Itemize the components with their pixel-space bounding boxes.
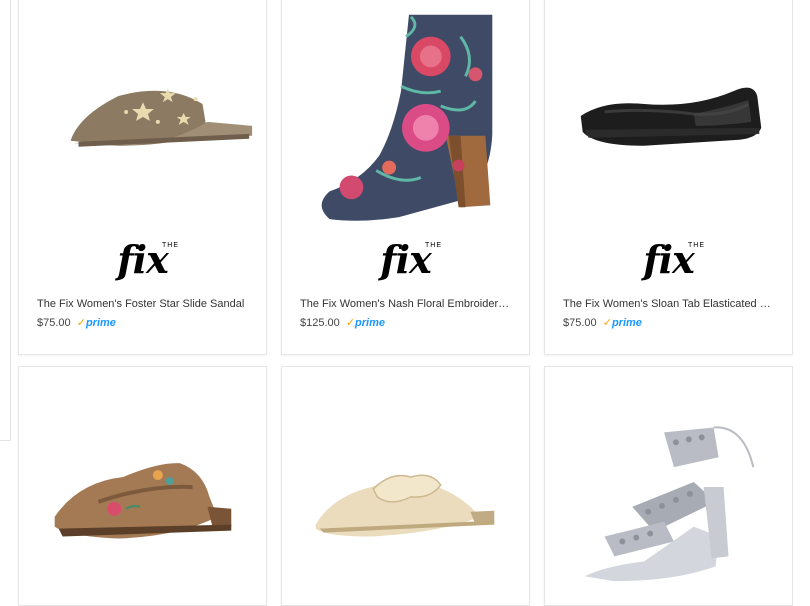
product-price: $75.00 xyxy=(37,317,71,329)
product-price: $75.00 xyxy=(563,317,597,329)
product-price: $125.00 xyxy=(300,317,340,329)
prime-badge: ✓prime xyxy=(76,317,116,329)
product-card-5[interactable] xyxy=(281,366,530,606)
product-card-3[interactable]: fix THE The Fix Women's Sloan Tab Elasti… xyxy=(544,0,793,355)
product-title[interactable]: The Fix Women's Nash Floral Embroider… xyxy=(300,298,520,310)
product-card-6[interactable] xyxy=(544,366,793,606)
product-card-2[interactable]: fix THE The Fix Women's Nash Floral Embr… xyxy=(281,0,530,355)
the-fix-logo: fix THE xyxy=(643,237,705,282)
floral-ankle-boot-image[interactable] xyxy=(282,0,529,226)
embroidered-suede-mule-image[interactable] xyxy=(19,367,266,597)
price-row: $75.00 ✓prime xyxy=(37,316,116,329)
product-title[interactable]: The Fix Women's Sloan Tab Elasticated … xyxy=(563,298,783,310)
product-card-1[interactable]: fix THE The Fix Women's Foster Star Slid… xyxy=(18,0,267,355)
silver-studded-sandal-image[interactable] xyxy=(545,367,792,597)
black-ballet-flat-image[interactable] xyxy=(545,0,792,226)
price-row: $125.00 ✓prime xyxy=(300,316,385,329)
prime-badge: ✓prime xyxy=(602,317,642,329)
price-row: $75.00 ✓prime xyxy=(563,316,642,329)
the-fix-logo: fix THE xyxy=(380,237,442,282)
the-fix-logo: fix THE xyxy=(117,237,179,282)
star-slide-sandal-image[interactable] xyxy=(19,0,266,226)
bow-leather-mule-image[interactable] xyxy=(282,367,529,597)
product-title[interactable]: The Fix Women's Foster Star Slide Sandal xyxy=(37,298,257,310)
prime-badge: ✓prime xyxy=(345,317,386,329)
product-card-4[interactable] xyxy=(18,366,267,606)
left-edge-divider xyxy=(0,0,11,441)
